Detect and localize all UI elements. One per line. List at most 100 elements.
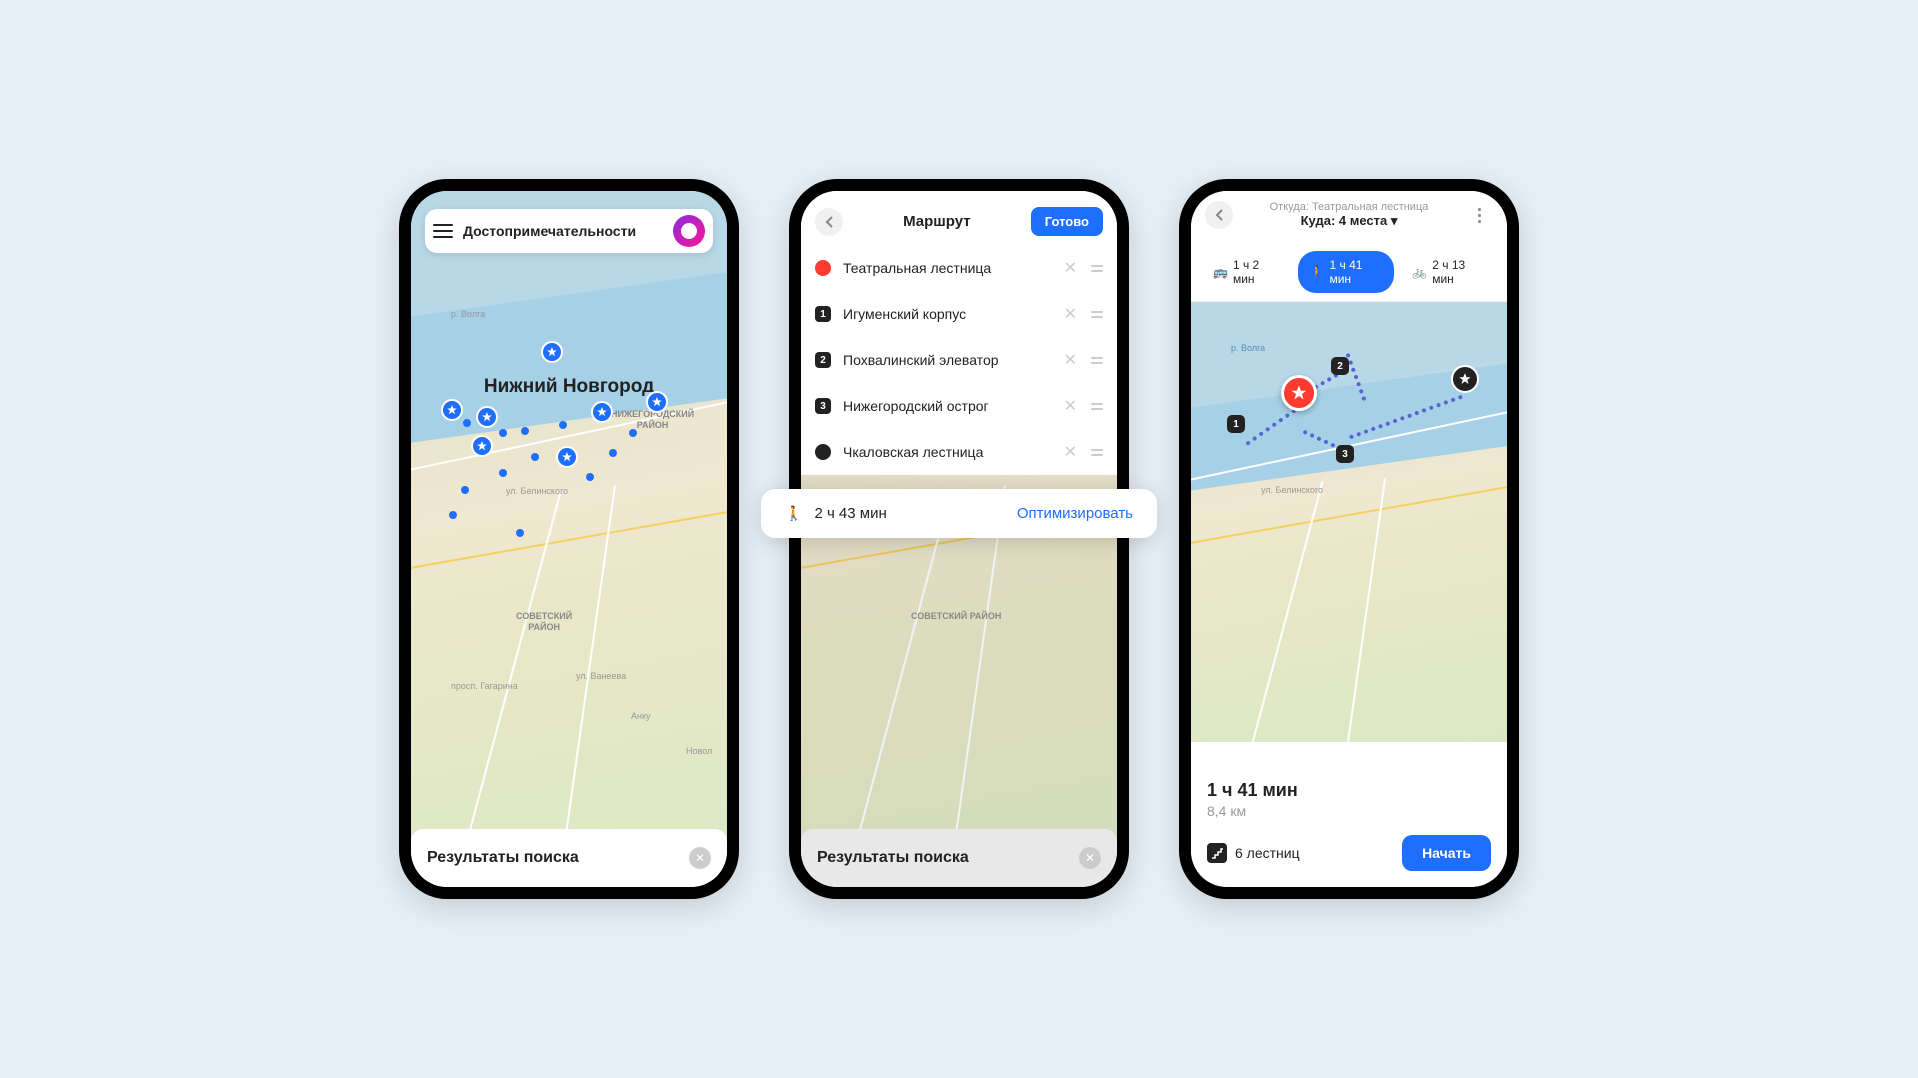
drag-handle-icon[interactable] bbox=[1091, 357, 1103, 364]
route-duration: 1 ч 41 мин bbox=[1207, 780, 1491, 801]
street-label: Новол bbox=[686, 746, 712, 756]
results-panel[interactable]: Результаты поиска ✕ bbox=[801, 829, 1117, 887]
city-label: Нижний Новгород bbox=[484, 376, 654, 398]
poi-star-pin[interactable] bbox=[476, 406, 498, 428]
poi-dot-pin[interactable] bbox=[461, 486, 469, 494]
remove-icon[interactable]: ✕ bbox=[1064, 304, 1077, 324]
stairs-icon bbox=[1207, 843, 1227, 863]
back-button[interactable] bbox=[815, 208, 843, 236]
district-label: СОВЕТСКИЙ РАЙОН bbox=[911, 611, 1001, 622]
route-distance: 8,4 км bbox=[1207, 803, 1491, 819]
more-icon[interactable] bbox=[1465, 201, 1493, 229]
route-header: Маршрут Готово bbox=[801, 191, 1117, 246]
poi-dot-pin[interactable] bbox=[499, 429, 507, 437]
drag-handle-icon[interactable] bbox=[1091, 403, 1103, 410]
street-label: ул. Белинского bbox=[506, 486, 568, 496]
route-marker-icon: 1 bbox=[815, 306, 831, 322]
route-to[interactable]: Куда: 4 места ▾ bbox=[1243, 213, 1455, 229]
transport-tabs: 🚌1 ч 2 мин🚶1 ч 41 мин🚲2 ч 13 мин bbox=[1191, 243, 1507, 302]
close-icon[interactable]: ✕ bbox=[689, 847, 711, 869]
drag-handle-icon[interactable] bbox=[1091, 311, 1103, 318]
stairs-info: 6 лестниц bbox=[1207, 843, 1300, 863]
search-bar: Достопримечательности bbox=[425, 209, 713, 253]
street-label: просп. Гагарина bbox=[451, 681, 518, 691]
start-button[interactable]: Начать bbox=[1402, 835, 1491, 871]
remove-icon[interactable]: ✕ bbox=[1064, 396, 1077, 416]
poi-dot-pin[interactable] bbox=[586, 473, 594, 481]
route-item[interactable]: 1 Игуменский корпус ✕ bbox=[815, 291, 1103, 337]
transport-tab[interactable]: 🚲2 ч 13 мин bbox=[1400, 251, 1497, 293]
street-label: ул. Ванеева bbox=[576, 671, 626, 681]
phone-2: СОВЕТСКИЙ РАЙОН Маршрут Готово Театральн… bbox=[789, 179, 1129, 899]
route-summary: 1 ч 41 мин 8,4 км 6 лестниц Начать bbox=[1191, 764, 1507, 887]
poi-dot-pin[interactable] bbox=[463, 419, 471, 427]
poi-star-pin[interactable] bbox=[541, 341, 563, 363]
waypoint-2[interactable]: 2 bbox=[1331, 357, 1349, 375]
poi-star-pin[interactable] bbox=[471, 435, 493, 457]
route-item-name: Театральная лестница bbox=[843, 260, 1052, 276]
poi-star-pin[interactable] bbox=[646, 391, 668, 413]
phone-3: Откуда: Театральная лестница Куда: 4 мес… bbox=[1179, 179, 1519, 899]
route-from[interactable]: Откуда: Театральная лестница bbox=[1243, 201, 1455, 213]
back-button[interactable] bbox=[1205, 201, 1233, 229]
waypoint-1[interactable]: 1 bbox=[1227, 415, 1245, 433]
poi-star-pin[interactable] bbox=[591, 401, 613, 423]
panel-title: Результаты поиска bbox=[427, 849, 579, 867]
waypoint-3[interactable]: 3 bbox=[1336, 445, 1354, 463]
panel-title: Результаты поиска bbox=[817, 849, 969, 867]
route-marker-icon bbox=[815, 260, 831, 276]
results-panel[interactable]: Результаты поиска ✕ bbox=[411, 829, 727, 887]
route-item-name: Нижегородский острог bbox=[843, 398, 1052, 414]
remove-icon[interactable]: ✕ bbox=[1064, 350, 1077, 370]
remove-icon[interactable]: ✕ bbox=[1064, 442, 1077, 462]
voice-assistant-icon[interactable] bbox=[673, 215, 705, 247]
optimize-button[interactable]: Оптимизировать bbox=[1017, 505, 1133, 522]
drag-handle-icon[interactable] bbox=[1091, 449, 1103, 456]
route-item[interactable]: Театральная лестница ✕ bbox=[815, 245, 1103, 291]
route-header: Откуда: Театральная лестница Куда: 4 мес… bbox=[1191, 191, 1507, 237]
menu-icon[interactable] bbox=[433, 224, 453, 238]
route-item-name: Чкаловская лестница bbox=[843, 444, 1052, 460]
map-background[interactable] bbox=[411, 191, 727, 887]
transport-icon: 🚶 bbox=[1310, 265, 1325, 279]
poi-dot-pin[interactable] bbox=[531, 453, 539, 461]
poi-dot-pin[interactable] bbox=[516, 529, 524, 537]
poi-dot-pin[interactable] bbox=[609, 449, 617, 457]
route-marker-icon: 3 bbox=[815, 398, 831, 414]
route-marker-icon: 2 bbox=[815, 352, 831, 368]
street-label: ул. Белинского bbox=[1261, 485, 1323, 495]
phone-1: Достопримечательности Нижний Новгород НИ… bbox=[399, 179, 739, 899]
walk-icon: 🚶 bbox=[785, 505, 802, 522]
poi-dot-pin[interactable] bbox=[629, 429, 637, 437]
poi-dot-pin[interactable] bbox=[521, 427, 529, 435]
start-pin[interactable] bbox=[1281, 375, 1317, 411]
route-item-name: Похвалинский элеватор bbox=[843, 352, 1052, 368]
header-title: Маршрут bbox=[903, 213, 971, 230]
poi-dot-pin[interactable] bbox=[559, 421, 567, 429]
search-input[interactable]: Достопримечательности bbox=[463, 223, 663, 239]
route-item[interactable]: 3 Нижегородский острог ✕ bbox=[815, 383, 1103, 429]
remove-icon[interactable]: ✕ bbox=[1064, 258, 1077, 278]
transport-tab[interactable]: 🚌1 ч 2 мин bbox=[1201, 251, 1292, 293]
transport-icon: 🚌 bbox=[1213, 265, 1228, 279]
poi-dot-pin[interactable] bbox=[449, 511, 457, 519]
route-map[interactable]: р. Волга ул. Белинского 1 2 3 bbox=[1191, 285, 1507, 742]
route-list: Театральная лестница ✕ 1 Игуменский корп… bbox=[801, 245, 1117, 475]
transport-tab[interactable]: 🚶1 ч 41 мин bbox=[1298, 251, 1395, 293]
route-item-name: Игуменский корпус bbox=[843, 306, 1052, 322]
district-label: СОВЕТСКИЙРАЙОН bbox=[516, 611, 572, 633]
end-pin[interactable] bbox=[1451, 365, 1479, 393]
poi-dot-pin[interactable] bbox=[499, 469, 507, 477]
street-label: р. Волга bbox=[451, 309, 485, 319]
route-item[interactable]: 2 Похвалинский элеватор ✕ bbox=[815, 337, 1103, 383]
done-button[interactable]: Готово bbox=[1031, 207, 1103, 236]
street-label: Анку bbox=[631, 711, 651, 721]
river-label: р. Волга bbox=[1231, 343, 1265, 353]
close-icon[interactable]: ✕ bbox=[1079, 847, 1101, 869]
route-item[interactable]: Чкаловская лестница ✕ bbox=[815, 429, 1103, 475]
transport-icon: 🚲 bbox=[1412, 265, 1427, 279]
optimize-bar: 🚶 2 ч 43 мин Оптимизировать bbox=[761, 489, 1157, 538]
drag-handle-icon[interactable] bbox=[1091, 265, 1103, 272]
poi-star-pin[interactable] bbox=[556, 446, 578, 468]
poi-star-pin[interactable] bbox=[441, 399, 463, 421]
